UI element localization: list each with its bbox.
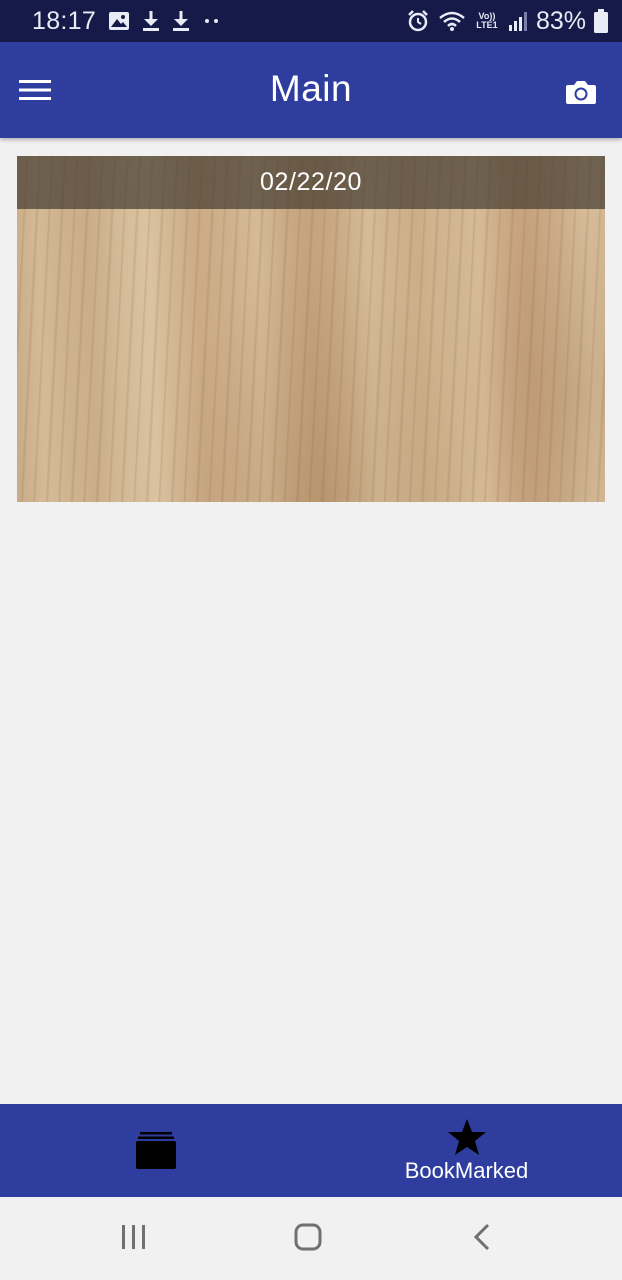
wifi-icon — [438, 10, 466, 32]
gallery-notification-icon — [108, 11, 130, 31]
home-icon — [294, 1223, 322, 1251]
alarm-icon — [406, 9, 430, 33]
battery-icon — [594, 9, 608, 33]
download-notification-icon — [172, 10, 190, 32]
status-left: 18:17 — [32, 7, 222, 36]
tab-bookmarked[interactable]: BookMarked — [311, 1104, 622, 1197]
photo-date-label: 02/22/20 — [17, 156, 605, 209]
battery-percentage: 83% — [535, 6, 586, 35]
tab-gallery[interactable] — [0, 1104, 311, 1197]
photo-card[interactable]: 02/22/20 — [17, 156, 605, 502]
status-bar: 18:17 Vo)) LTE1 83% — [0, 0, 622, 42]
bottom-navigation: BookMarked — [0, 1104, 622, 1197]
app-screen: 18:17 Vo)) LTE1 83% Main 02/22/20 BookMa… — [0, 0, 622, 1280]
more-notifications-icon — [202, 16, 222, 26]
home-button[interactable] — [278, 1217, 338, 1257]
status-right: Vo)) LTE1 83% — [406, 7, 608, 36]
back-chevron-icon — [473, 1223, 490, 1251]
volte-lte-icon: Vo)) LTE1 — [476, 11, 498, 30]
status-time: 18:17 — [32, 6, 97, 35]
download-notification-icon — [142, 10, 160, 32]
stacked-cards-icon — [135, 1131, 176, 1169]
camera-icon — [566, 81, 596, 104]
tab-bookmarked-label: BookMarked — [404, 1157, 529, 1183]
page-title: Main — [269, 68, 353, 109]
recent-apps-icon — [122, 1225, 145, 1249]
recent-apps-button[interactable] — [104, 1217, 164, 1257]
star-icon — [447, 1118, 486, 1155]
app-bar: Main — [0, 42, 622, 138]
camera-button[interactable] — [560, 72, 602, 112]
system-navigation-bar — [0, 1197, 622, 1280]
signal-strength-icon — [508, 10, 528, 32]
back-button[interactable] — [452, 1217, 512, 1257]
